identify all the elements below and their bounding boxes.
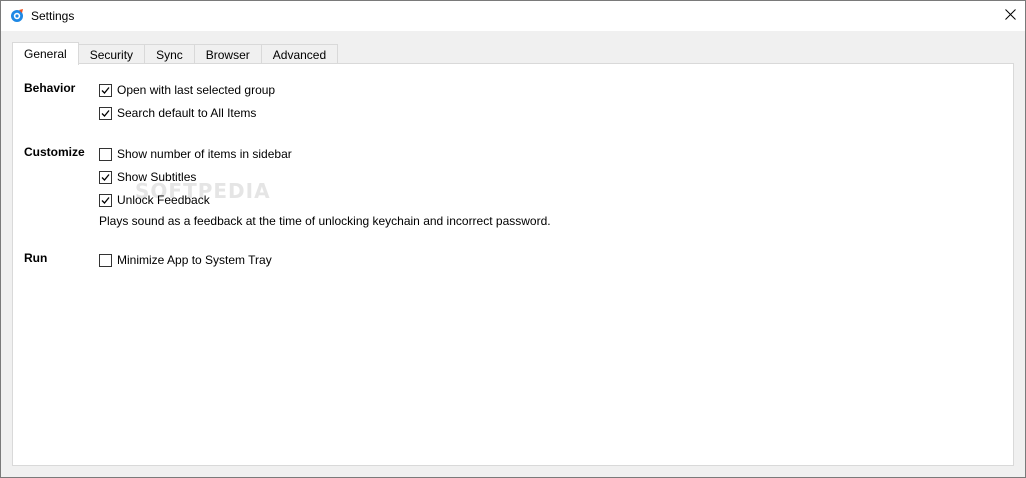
general-panel: SOFTPEDIA Behavior Open with last select… <box>12 63 1014 466</box>
option-label: Minimize App to System Tray <box>117 253 272 267</box>
option-minimize-to-tray[interactable]: Minimize App to System Tray <box>99 252 272 268</box>
title-bar: Settings <box>1 1 1025 31</box>
tab-general[interactable]: General <box>12 42 79 65</box>
option-label: Unlock Feedback <box>117 193 210 207</box>
section-behavior-label: Behavior <box>24 81 76 95</box>
checkbox-search-default-all[interactable] <box>99 106 112 120</box>
tab-advanced[interactable]: Advanced <box>260 44 339 64</box>
option-unlock-feedback[interactable]: Unlock Feedback <box>99 192 210 208</box>
tab-sync[interactable]: Sync <box>144 44 195 64</box>
option-label: Search default to All Items <box>117 106 257 120</box>
tab-bar: General Security Sync Browser Advanced <box>12 42 339 65</box>
tab-browser[interactable]: Browser <box>193 44 262 64</box>
unlock-feedback-hint: Plays sound as a feedback at the time of… <box>99 214 551 228</box>
section-run-label: Run <box>24 251 48 265</box>
option-show-subtitles[interactable]: Show Subtitles <box>99 169 196 185</box>
option-label: Show number of items in sidebar <box>117 147 292 161</box>
section-customize-label: Customize <box>24 145 85 159</box>
checkbox-open-last-group[interactable] <box>99 83 112 97</box>
settings-window: Settings General Security Sync Browser A… <box>0 0 1026 478</box>
option-show-item-count[interactable]: Show number of items in sidebar <box>99 146 292 162</box>
checkbox-show-item-count[interactable] <box>99 147 112 161</box>
option-search-default-all[interactable]: Search default to All Items <box>99 105 256 121</box>
tab-security[interactable]: Security <box>77 44 146 64</box>
option-label: Open with last selected group <box>117 83 276 97</box>
option-open-last-group[interactable]: Open with last selected group <box>99 82 275 98</box>
checkbox-minimize-to-tray[interactable] <box>99 253 112 267</box>
option-label: Show Subtitles <box>117 170 197 184</box>
checkbox-show-subtitles[interactable] <box>99 170 112 184</box>
close-icon <box>1004 9 1016 23</box>
checkbox-unlock-feedback[interactable] <box>99 193 112 207</box>
app-logo-icon <box>10 9 24 23</box>
close-button[interactable] <box>995 1 1025 31</box>
window-title: Settings <box>31 9 75 23</box>
